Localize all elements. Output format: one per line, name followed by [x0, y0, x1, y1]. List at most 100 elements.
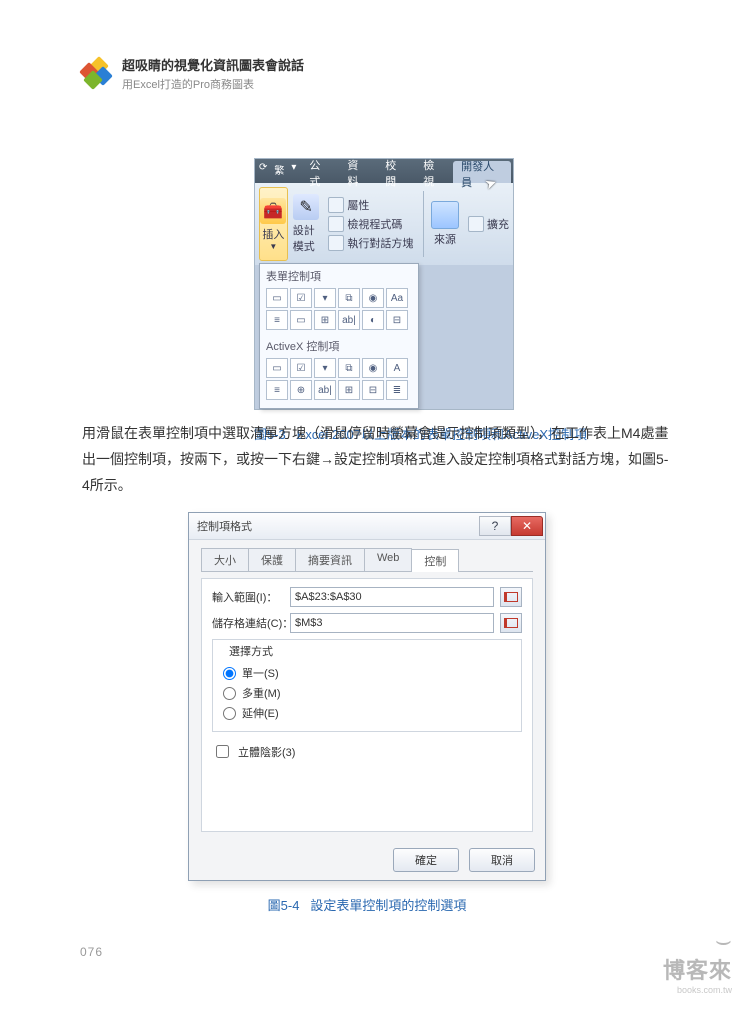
- control-gallery-item[interactable]: ⊞: [314, 310, 336, 330]
- run-dialog-button[interactable]: 執行對話方塊: [324, 234, 417, 252]
- input-range-field[interactable]: [290, 587, 494, 607]
- properties-label: 屬性: [347, 197, 369, 213]
- cell-link-field[interactable]: [290, 613, 494, 633]
- run-dialog-label: 執行對話方塊: [347, 235, 413, 251]
- format-control-dialog: 控制項格式 ? ✕ 大小 保護 摘要資訊 Web 控制 輸入範圍(I)：: [188, 512, 546, 881]
- control-gallery-item[interactable]: ⊟: [386, 310, 408, 330]
- expand-button[interactable]: 擴充: [464, 215, 513, 233]
- radio-extend[interactable]: [223, 707, 236, 720]
- ribbon-right-col: 擴充: [464, 187, 513, 261]
- figure-5-3: ⟳ 繁 ▾ 公式 資料 校閱 檢視 開發人員 🧰 插入 ▼ ✎ 設計模式: [254, 158, 587, 443]
- cell-link-label: 儲存格連結(C)：: [212, 615, 284, 631]
- control-gallery-item[interactable]: ≡: [266, 380, 288, 400]
- insert-control-button[interactable]: 🧰 插入 ▼: [259, 187, 288, 261]
- figure-5-4-label: 圖5-4: [268, 898, 300, 913]
- book-subtitle: 用Excel打造的Pro商務圖表: [122, 76, 304, 92]
- tab-control[interactable]: 控制: [411, 549, 459, 572]
- dialog-title: 控制項格式: [197, 518, 252, 534]
- watermark-url: books.com.tw: [663, 985, 732, 995]
- view-code-label: 檢視程式碼: [347, 216, 402, 232]
- view-code-icon: [328, 216, 344, 232]
- radio-multi-label: 多重(M): [242, 685, 281, 701]
- design-mode-button[interactable]: ✎ 設計模式: [292, 187, 321, 261]
- expand-label: 擴充: [487, 216, 509, 232]
- source-label: 來源: [434, 231, 456, 247]
- qat-icon[interactable]: ⟳: [257, 159, 269, 183]
- tab-web[interactable]: Web: [364, 548, 412, 571]
- design-mode-label: 設計模式: [293, 222, 320, 254]
- watermark-brand: 博客來: [663, 953, 732, 985]
- control-gallery-item[interactable]: ☑: [290, 358, 312, 378]
- tab-protect[interactable]: 保護: [248, 548, 296, 571]
- control-gallery-item[interactable]: ≡: [266, 310, 288, 330]
- qat-lang[interactable]: 繁: [272, 159, 286, 183]
- view-code-button[interactable]: 檢視程式碼: [324, 215, 417, 233]
- qat-dropdown-icon[interactable]: ▾: [289, 159, 298, 183]
- ribbon-mid-col: 屬性 檢視程式碼 執行對話方塊: [324, 187, 417, 261]
- range-picker-icon: [504, 592, 518, 602]
- tab-formula[interactable]: 公式: [301, 159, 338, 183]
- book-title: 超吸睛的視覺化資訊圖表會說話: [122, 55, 304, 74]
- control-gallery-item[interactable]: ◉: [362, 288, 384, 308]
- control-gallery-item[interactable]: Aa: [386, 288, 408, 308]
- control-gallery-item[interactable]: ▭: [266, 288, 288, 308]
- source-button[interactable]: 來源: [430, 187, 460, 261]
- help-button[interactable]: ?: [479, 516, 511, 536]
- control-gallery-item[interactable]: ⧉: [338, 288, 360, 308]
- chevron-down-icon: ▼: [269, 242, 277, 251]
- figure-5-4-caption: 圖5-4 設定表單控制項的控制選項: [188, 895, 546, 914]
- figure-5-4: 控制項格式 ? ✕ 大小 保護 摘要資訊 Web 控制 輸入範圍(I)：: [188, 512, 546, 914]
- cancel-button[interactable]: 取消: [469, 848, 535, 872]
- run-dialog-icon: [328, 235, 344, 251]
- checkbox-3d-label: 立體陰影(3): [238, 744, 295, 760]
- body-paragraph: 用滑鼠在表單控制項中選取清單方塊（滑鼠停留時螢幕會提示控制項類型），在工作表上M…: [82, 420, 672, 498]
- insert-control-icon: 🧰: [260, 198, 286, 224]
- input-range-picker-button[interactable]: [500, 587, 522, 607]
- control-gallery-item[interactable]: ▾: [314, 358, 336, 378]
- properties-button[interactable]: 屬性: [324, 196, 417, 214]
- dialog-content: 輸入範圍(I)： 儲存格連結(C)： 選擇方式 單一(S): [201, 578, 533, 832]
- control-gallery-item[interactable]: ▭: [266, 358, 288, 378]
- excel-ribbon: ⟳ 繁 ▾ 公式 資料 校閱 檢視 開發人員 🧰 插入 ▼ ✎ 設計模式: [254, 158, 514, 410]
- control-gallery-item[interactable]: ⊞: [338, 380, 360, 400]
- control-gallery-dropdown: 表單控制項 ▭☑▾⧉◉Aa≡▭⊞ab|◐⊟ ActiveX 控制項 ▭☑▾⧉◉A…: [259, 263, 419, 409]
- control-gallery-item[interactable]: ▾: [314, 288, 336, 308]
- control-gallery-item[interactable]: ⊕: [290, 380, 312, 400]
- ribbon-separator: [423, 191, 424, 257]
- expand-icon: [468, 216, 484, 232]
- page-number: 076: [80, 945, 103, 959]
- control-gallery-item[interactable]: ⊟: [362, 380, 384, 400]
- control-gallery-item[interactable]: A: [386, 358, 408, 378]
- range-picker-icon: [504, 618, 518, 628]
- tab-summary[interactable]: 摘要資訊: [295, 548, 365, 571]
- cell-link-picker-button[interactable]: [500, 613, 522, 633]
- control-gallery-item[interactable]: ⧉: [338, 358, 360, 378]
- checkbox-3d-shadow[interactable]: [216, 745, 229, 758]
- tab-review[interactable]: 校閱: [377, 159, 414, 183]
- source-icon: [431, 201, 459, 229]
- dialog-tabstrip: 大小 保護 摘要資訊 Web 控制: [201, 548, 533, 572]
- control-gallery-item[interactable]: ▭: [290, 310, 312, 330]
- radio-single[interactable]: [223, 667, 236, 680]
- control-gallery-item[interactable]: ◐: [362, 310, 384, 330]
- dialog-footer: 確定 取消: [189, 842, 545, 880]
- tab-view[interactable]: 檢視: [415, 159, 452, 183]
- control-gallery-item[interactable]: ◉: [362, 358, 384, 378]
- input-range-label: 輸入範圍(I)：: [212, 589, 284, 605]
- radio-extend-label: 延伸(E): [242, 705, 279, 721]
- control-gallery-item[interactable]: ≣: [386, 380, 408, 400]
- control-gallery-item[interactable]: ab|: [338, 310, 360, 330]
- activex-controls-grid: ▭☑▾⧉◉A ≡⊕ab|⊞⊟≣: [260, 356, 418, 404]
- control-gallery-item[interactable]: ☑: [290, 288, 312, 308]
- radio-multi[interactable]: [223, 687, 236, 700]
- activex-controls-heading: ActiveX 控制項: [260, 334, 418, 356]
- close-button[interactable]: ✕: [511, 516, 543, 536]
- tab-data[interactable]: 資料: [339, 159, 376, 183]
- ok-button[interactable]: 確定: [393, 848, 459, 872]
- control-gallery-item[interactable]: ab|: [314, 380, 336, 400]
- tab-size[interactable]: 大小: [201, 548, 249, 571]
- logo-cubes-icon: [78, 55, 112, 89]
- tab-developer[interactable]: 開發人員: [453, 161, 511, 183]
- select-mode-group: 選擇方式 單一(S) 多重(M) 延伸(E): [212, 639, 522, 732]
- book-header: 超吸睛的視覺化資訊圖表會說話 用Excel打造的Pro商務圖表: [78, 55, 304, 92]
